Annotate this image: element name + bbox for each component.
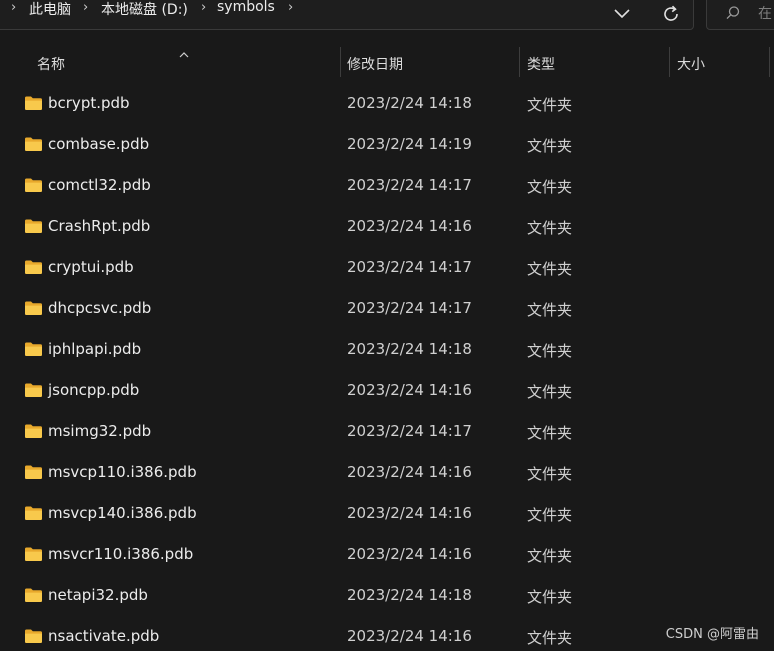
sort-ascending-icon bbox=[178, 44, 190, 58]
file-name: CrashRpt.pdb bbox=[48, 217, 151, 235]
file-row[interactable]: jsoncpp.pdb 2023/2/24 14:16 文件夹 bbox=[0, 370, 774, 411]
file-name: msvcr110.i386.pdb bbox=[48, 545, 194, 563]
file-type: 文件夹 bbox=[527, 383, 573, 401]
column-header-name[interactable]: 名称 bbox=[37, 54, 65, 74]
chevron-right-icon[interactable]: › bbox=[11, 0, 16, 15]
file-modified-date: 2023/2/24 14:18 bbox=[347, 340, 472, 358]
breadcrumb-this-pc[interactable]: 此电脑 bbox=[29, 0, 71, 19]
file-modified-date: 2023/2/24 14:16 bbox=[347, 463, 472, 481]
search-placeholder: 在 bbox=[758, 6, 772, 22]
column-header-type[interactable]: 类型 bbox=[527, 54, 555, 74]
chevron-right-icon[interactable]: › bbox=[83, 0, 88, 15]
file-name: dhcpcsvc.pdb bbox=[48, 299, 152, 317]
file-row[interactable]: comctl32.pdb 2023/2/24 14:17 文件夹 bbox=[0, 165, 774, 206]
file-type: 文件夹 bbox=[527, 588, 573, 606]
file-modified-date: 2023/2/24 14:17 bbox=[347, 299, 472, 317]
file-row[interactable]: CrashRpt.pdb 2023/2/24 14:16 文件夹 bbox=[0, 206, 774, 247]
chevron-right-icon[interactable]: › bbox=[288, 0, 293, 15]
folder-icon bbox=[24, 464, 43, 480]
file-row[interactable]: combase.pdb 2023/2/24 14:19 文件夹 bbox=[0, 124, 774, 165]
file-list: bcrypt.pdb 2023/2/24 14:18 文件夹 combase.p… bbox=[0, 83, 774, 651]
file-name: msimg32.pdb bbox=[48, 422, 152, 440]
file-row[interactable]: msvcp110.i386.pdb 2023/2/24 14:16 文件夹 bbox=[0, 452, 774, 493]
chevron-down-icon[interactable] bbox=[612, 6, 632, 22]
file-type: 文件夹 bbox=[527, 260, 573, 278]
breadcrumb-local-disk[interactable]: 本地磁盘 (D:) bbox=[101, 0, 188, 19]
file-name: cryptui.pdb bbox=[48, 258, 134, 276]
file-modified-date: 2023/2/24 14:18 bbox=[347, 94, 472, 112]
file-modified-date: 2023/2/24 14:16 bbox=[347, 504, 472, 522]
folder-icon bbox=[24, 177, 43, 193]
column-divider[interactable] bbox=[519, 47, 520, 77]
search-box[interactable]: 在 bbox=[706, 0, 774, 30]
refresh-icon[interactable] bbox=[660, 3, 682, 25]
file-row[interactable]: nsactivate.pdb 2023/2/24 14:16 文件夹 bbox=[0, 616, 774, 651]
file-row[interactable]: netapi32.pdb 2023/2/24 14:18 文件夹 bbox=[0, 575, 774, 616]
file-name: msvcp140.i386.pdb bbox=[48, 504, 197, 522]
file-name: combase.pdb bbox=[48, 135, 150, 153]
file-name: bcrypt.pdb bbox=[48, 94, 130, 112]
file-name: netapi32.pdb bbox=[48, 586, 148, 604]
file-type: 文件夹 bbox=[527, 506, 573, 524]
file-modified-date: 2023/2/24 14:17 bbox=[347, 176, 472, 194]
file-type: 文件夹 bbox=[527, 547, 573, 565]
file-modified-date: 2023/2/24 14:17 bbox=[347, 258, 472, 276]
folder-icon bbox=[24, 587, 43, 603]
file-modified-date: 2023/2/24 14:16 bbox=[347, 627, 472, 645]
file-name: comctl32.pdb bbox=[48, 176, 151, 194]
file-name: nsactivate.pdb bbox=[48, 627, 160, 645]
file-type: 文件夹 bbox=[527, 301, 573, 319]
folder-icon bbox=[24, 95, 43, 111]
file-type: 文件夹 bbox=[527, 465, 573, 483]
file-modified-date: 2023/2/24 14:19 bbox=[347, 135, 472, 153]
file-row[interactable]: msvcp140.i386.pdb 2023/2/24 14:16 文件夹 bbox=[0, 493, 774, 534]
file-row[interactable]: dhcpcsvc.pdb 2023/2/24 14:17 文件夹 bbox=[0, 288, 774, 329]
folder-icon bbox=[24, 423, 43, 439]
file-type: 文件夹 bbox=[527, 219, 573, 237]
file-type: 文件夹 bbox=[527, 629, 573, 647]
file-name: msvcp110.i386.pdb bbox=[48, 463, 197, 481]
file-name: iphlpapi.pdb bbox=[48, 340, 142, 358]
file-name: jsoncpp.pdb bbox=[48, 381, 140, 399]
file-row[interactable]: bcrypt.pdb 2023/2/24 14:18 文件夹 bbox=[0, 83, 774, 124]
file-type: 文件夹 bbox=[527, 424, 573, 442]
file-modified-date: 2023/2/24 14:16 bbox=[347, 545, 472, 563]
file-row[interactable]: msvcr110.i386.pdb 2023/2/24 14:16 文件夹 bbox=[0, 534, 774, 575]
watermark: CSDN @阿雷由 bbox=[665, 627, 759, 642]
folder-icon bbox=[24, 218, 43, 234]
file-modified-date: 2023/2/24 14:16 bbox=[347, 381, 472, 399]
file-type: 文件夹 bbox=[527, 342, 573, 360]
file-type: 文件夹 bbox=[527, 178, 573, 196]
file-row[interactable]: iphlpapi.pdb 2023/2/24 14:18 文件夹 bbox=[0, 329, 774, 370]
folder-icon bbox=[24, 300, 43, 316]
folder-icon bbox=[24, 382, 43, 398]
column-divider[interactable] bbox=[769, 47, 770, 77]
column-header-modified[interactable]: 修改日期 bbox=[347, 54, 403, 74]
file-modified-date: 2023/2/24 14:18 bbox=[347, 586, 472, 604]
folder-icon bbox=[24, 259, 43, 275]
file-modified-date: 2023/2/24 14:16 bbox=[347, 217, 472, 235]
column-divider[interactable] bbox=[340, 47, 341, 77]
search-icon bbox=[725, 5, 741, 21]
file-row[interactable]: cryptui.pdb 2023/2/24 14:17 文件夹 bbox=[0, 247, 774, 288]
folder-icon bbox=[24, 505, 43, 521]
folder-icon bbox=[24, 136, 43, 152]
column-header-size[interactable]: 大小 bbox=[677, 54, 705, 74]
file-modified-date: 2023/2/24 14:17 bbox=[347, 422, 472, 440]
folder-icon bbox=[24, 628, 43, 644]
chevron-right-icon[interactable]: › bbox=[201, 0, 206, 15]
breadcrumb-symbols[interactable]: symbols bbox=[217, 0, 275, 15]
toolbar: › 此电脑 › 本地磁盘 (D:) › symbols › 在 bbox=[0, 0, 774, 30]
folder-icon bbox=[24, 546, 43, 562]
folder-icon bbox=[24, 341, 43, 357]
address-bar[interactable]: › 此电脑 › 本地磁盘 (D:) › symbols › bbox=[0, 0, 694, 30]
column-header-row: 名称 修改日期 类型 大小 bbox=[0, 42, 774, 82]
file-type: 文件夹 bbox=[527, 96, 573, 114]
file-explorer-window: › 此电脑 › 本地磁盘 (D:) › symbols › 在 名称 修改日期 … bbox=[0, 0, 774, 651]
file-row[interactable]: msimg32.pdb 2023/2/24 14:17 文件夹 bbox=[0, 411, 774, 452]
column-divider[interactable] bbox=[669, 47, 670, 77]
file-type: 文件夹 bbox=[527, 137, 573, 155]
